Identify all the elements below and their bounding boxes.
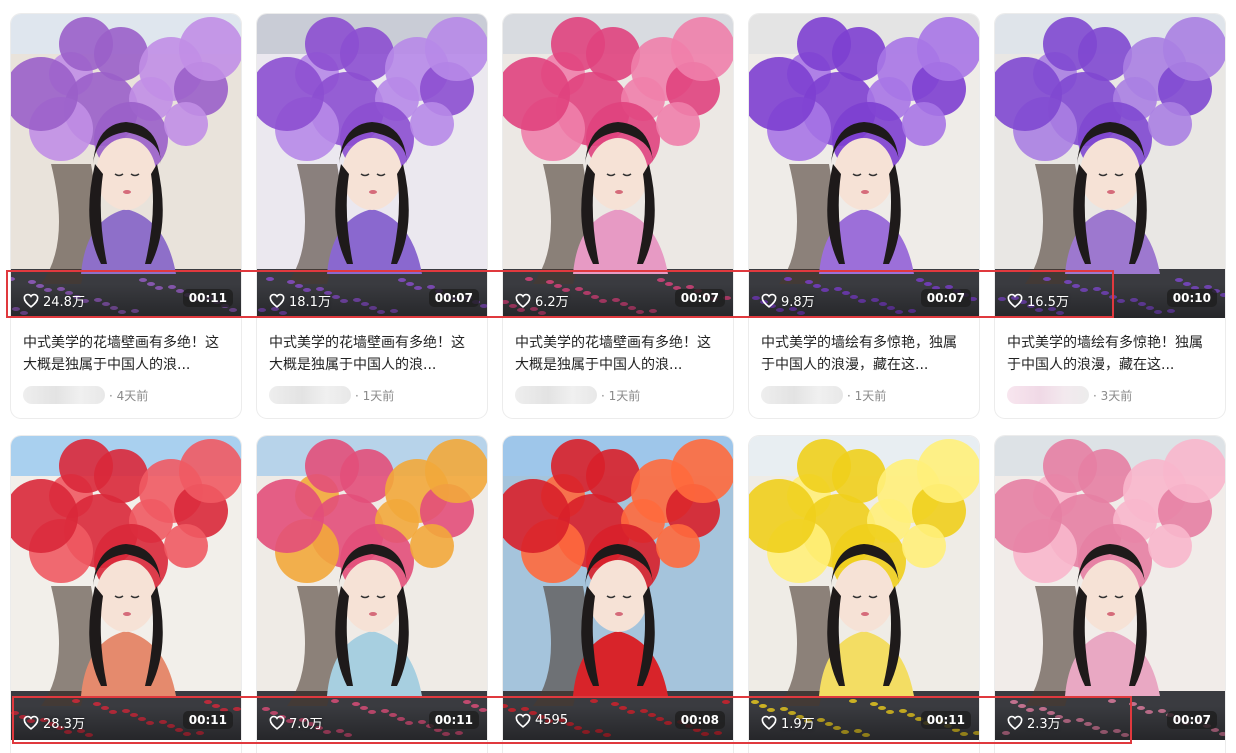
video-title[interactable]: 中式美学的墙绘有多惊艳！独属于中国人的浪漫，藏在这... [1007, 332, 1213, 376]
like-count: 16.5万 [1007, 291, 1069, 310]
video-thumbnail[interactable]: 2.3万 00:07 [995, 436, 1225, 740]
thumbnail-art [749, 436, 979, 740]
heart-icon [761, 293, 777, 308]
duration-badge: 00:11 [182, 289, 233, 307]
heart-icon [1007, 715, 1023, 730]
video-card[interactable]: 24.8万 00:11 中式美学的花墙壁画有多绝！这大概是独属于中国人的浪... · … [11, 14, 241, 418]
video-card[interactable]: 4595 00:08 [503, 436, 733, 753]
video-card[interactable]: 28.3万 00:11 [11, 436, 241, 753]
video-thumbnail[interactable]: 24.8万 00:11 [11, 14, 241, 318]
publish-time: · 1天前 [355, 388, 395, 403]
heart-icon [23, 715, 39, 730]
like-count-text: 24.8万 [43, 295, 85, 310]
heart-icon [515, 293, 531, 308]
video-card[interactable]: 9.8万 00:07 中式美学的墙绘有多惊艳，独属于中国人的浪漫，藏在这... · 1… [749, 14, 979, 418]
video-meta: · 1天前 [761, 386, 886, 404]
thumbnail-art [503, 436, 733, 740]
like-count-text: 1.9万 [781, 717, 815, 732]
author-avatar-blurred[interactable] [1007, 386, 1089, 404]
heart-icon [1007, 293, 1023, 308]
like-count-text: 9.8万 [781, 295, 815, 310]
video-title[interactable]: 中式美学的花墙壁画有多绝！这大概是独属于中国人的浪... [515, 332, 721, 376]
duration-badge: 00:11 [182, 711, 233, 729]
thumbnail-art [503, 14, 733, 318]
like-count: 9.8万 [761, 291, 815, 310]
thumbnail-art [11, 436, 241, 740]
thumbnail-art [257, 436, 487, 740]
video-thumbnail[interactable]: 7.0万 00:11 [257, 436, 487, 740]
like-count-text: 4595 [535, 713, 569, 728]
video-card[interactable]: 6.2万 00:07 中式美学的花墙壁画有多绝！这大概是独属于中国人的浪... · 1… [503, 14, 733, 418]
duration-badge: 00:07 [1166, 711, 1217, 729]
thumbnail-art [11, 14, 241, 318]
like-count-text: 18.1万 [289, 295, 331, 310]
video-title[interactable]: 中式美学的花墙壁画有多绝！这大概是独属于中国人的浪... [23, 332, 229, 376]
like-count: 6.2万 [515, 291, 569, 310]
heart-icon [515, 713, 531, 728]
thumbnail-art [995, 14, 1225, 318]
video-thumbnail[interactable]: 16.5万 00:10 [995, 14, 1225, 318]
duration-badge: 00:11 [920, 711, 971, 729]
publish-time: · 3天前 [1093, 388, 1133, 403]
video-meta: · 3天前 [1007, 386, 1132, 404]
thumbnail-art [749, 14, 979, 318]
like-count: 7.0万 [269, 713, 323, 732]
duration-badge: 00:07 [920, 289, 971, 307]
video-meta: · 1天前 [515, 386, 640, 404]
like-count: 4595 [515, 713, 568, 728]
like-count-text: 6.2万 [535, 295, 569, 310]
heart-icon [269, 715, 285, 730]
like-count: 24.8万 [23, 291, 85, 310]
like-count: 18.1万 [269, 291, 331, 310]
heart-icon [23, 293, 39, 308]
video-thumbnail[interactable]: 4595 00:08 [503, 436, 733, 740]
heart-icon [761, 715, 777, 730]
author-avatar-blurred[interactable] [23, 386, 105, 404]
thumbnail-art [995, 436, 1225, 740]
video-thumbnail[interactable]: 9.8万 00:07 [749, 14, 979, 318]
duration-badge: 00:10 [1166, 289, 1217, 307]
video-grid: 24.8万 00:11 中式美学的花墙壁画有多绝！这大概是独属于中国人的浪... · … [0, 0, 1236, 753]
author-avatar-blurred[interactable] [515, 386, 597, 404]
video-thumbnail[interactable]: 18.1万 00:07 [257, 14, 487, 318]
video-card[interactable]: 7.0万 00:11 [257, 436, 487, 753]
video-thumbnail[interactable]: 28.3万 00:11 [11, 436, 241, 740]
like-count: 2.3万 [1007, 713, 1061, 732]
duration-badge: 00:11 [428, 711, 479, 729]
author-avatar-blurred[interactable] [761, 386, 843, 404]
video-card[interactable]: 1.9万 00:11 [749, 436, 979, 753]
like-count-text: 7.0万 [289, 717, 323, 732]
heart-icon [269, 293, 285, 308]
video-meta: · 4天前 [23, 386, 148, 404]
duration-badge: 00:08 [674, 711, 725, 729]
like-count-text: 16.5万 [1027, 295, 1069, 310]
thumbnail-art [257, 14, 487, 318]
duration-badge: 00:07 [674, 289, 725, 307]
like-count-text: 2.3万 [1027, 717, 1061, 732]
video-card[interactable]: 2.3万 00:07 [995, 436, 1225, 753]
publish-time: · 1天前 [847, 388, 887, 403]
duration-badge: 00:07 [428, 289, 479, 307]
video-card[interactable]: 16.5万 00:10 中式美学的墙绘有多惊艳！独属于中国人的浪漫，藏在这... · … [995, 14, 1225, 418]
author-avatar-blurred[interactable] [269, 386, 351, 404]
video-thumbnail[interactable]: 1.9万 00:11 [749, 436, 979, 740]
video-title[interactable]: 中式美学的花墙壁画有多绝！这大概是独属于中国人的浪... [269, 332, 475, 376]
like-count: 1.9万 [761, 713, 815, 732]
video-meta: · 1天前 [269, 386, 394, 404]
like-count: 28.3万 [23, 713, 85, 732]
video-title[interactable]: 中式美学的墙绘有多惊艳，独属于中国人的浪漫，藏在这... [761, 332, 967, 376]
publish-time: · 4天前 [109, 388, 149, 403]
like-count-text: 28.3万 [43, 717, 85, 732]
video-card[interactable]: 18.1万 00:07 中式美学的花墙壁画有多绝！这大概是独属于中国人的浪... · … [257, 14, 487, 418]
publish-time: · 1天前 [601, 388, 641, 403]
video-thumbnail[interactable]: 6.2万 00:07 [503, 14, 733, 318]
